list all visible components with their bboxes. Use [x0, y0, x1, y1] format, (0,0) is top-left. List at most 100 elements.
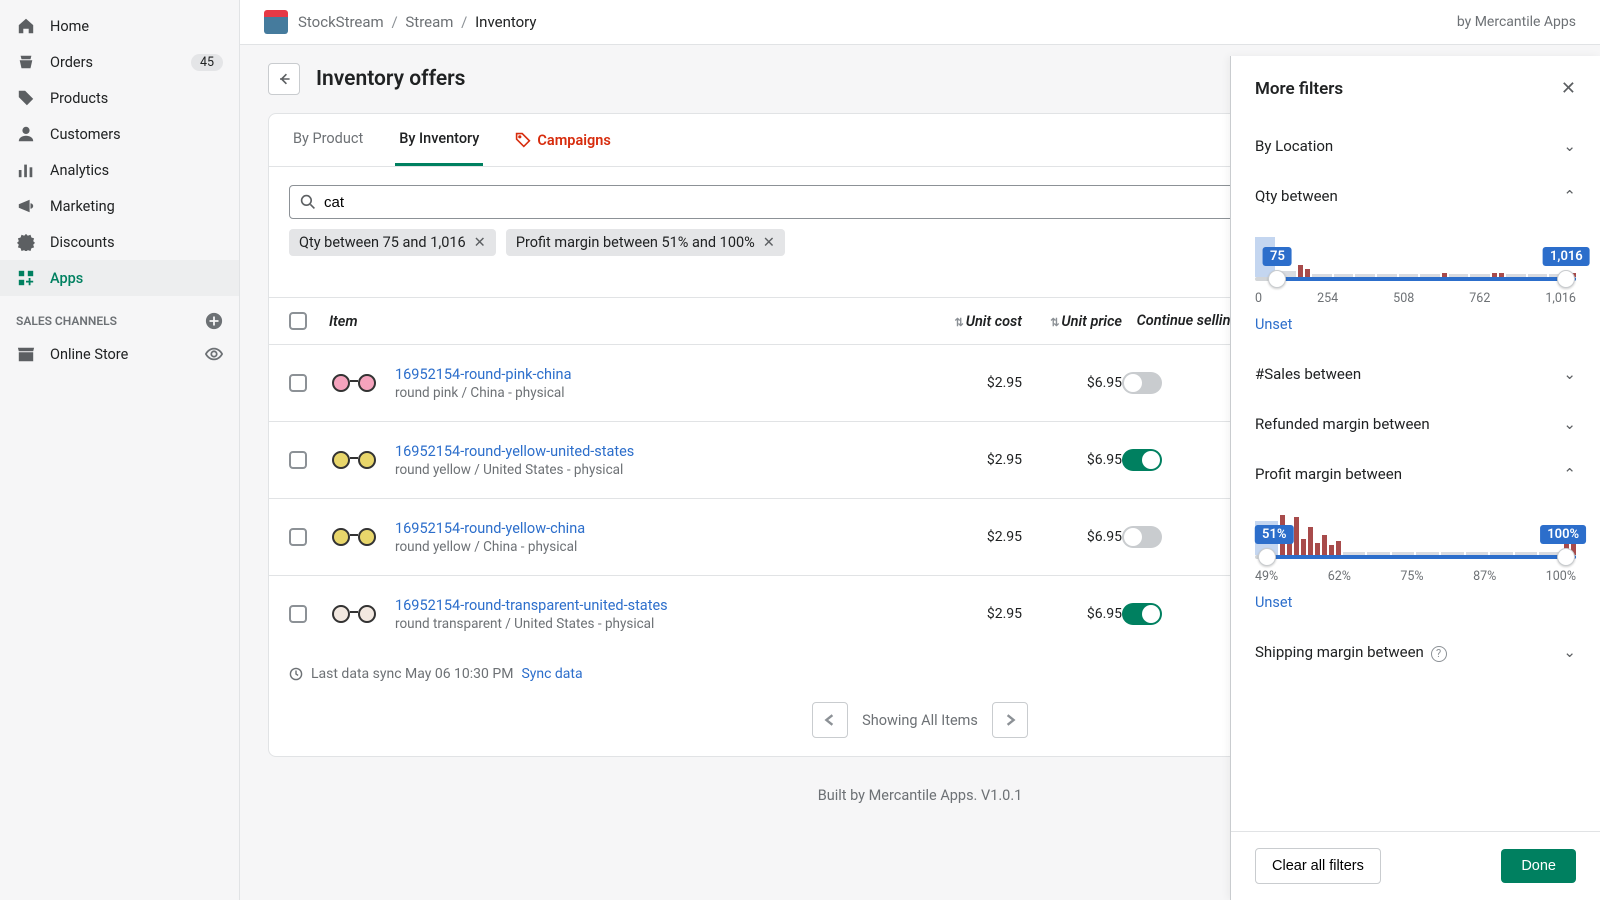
- close-panel-icon[interactable]: ✕: [1561, 78, 1576, 99]
- main-area: StockStream / Stream / Inventory by Merc…: [240, 0, 1600, 900]
- add-channel-icon[interactable]: [205, 312, 223, 330]
- sidebar-item-orders[interactable]: Orders 45: [0, 44, 239, 80]
- store-icon: [16, 344, 36, 364]
- chevron-up-icon: ⌃: [1563, 187, 1576, 205]
- cell-unit-price: $6.95: [1022, 606, 1122, 622]
- sidebar-item-home[interactable]: Home: [0, 8, 239, 44]
- item-subtitle: round yellow / United States - physical: [395, 462, 922, 478]
- app-logo: [264, 10, 288, 34]
- qty-slider[interactable]: 75 1,016 0 254 508 762 1,016 Unset: [1255, 205, 1576, 333]
- sidebar-item-label: Online Store: [50, 346, 128, 363]
- breadcrumb: StockStream / Stream / Inventory: [298, 13, 536, 31]
- continue-selling-toggle[interactable]: [1122, 372, 1162, 394]
- view-store-icon[interactable]: [205, 345, 223, 363]
- profit-min-thumb[interactable]: [1258, 548, 1276, 566]
- chevron-down-icon: ⌄: [1563, 415, 1576, 433]
- filter-sales-between[interactable]: #Sales between ⌄: [1255, 365, 1576, 383]
- discount-icon: [16, 232, 36, 252]
- sidebar-item-discounts[interactable]: Discounts: [0, 224, 239, 260]
- profit-unset-link[interactable]: Unset: [1255, 594, 1292, 611]
- item-name-link[interactable]: 16952154-round-transparent-united-states: [395, 597, 922, 614]
- sales-channels-header: SALES CHANNELS: [0, 296, 239, 336]
- col-unit-price[interactable]: ⇅Unit price: [1022, 313, 1122, 330]
- remove-chip-icon[interactable]: ✕: [474, 234, 486, 251]
- sidebar-item-products[interactable]: Products: [0, 80, 239, 116]
- qty-min-thumb[interactable]: [1268, 270, 1286, 288]
- orders-icon: [16, 52, 36, 72]
- qty-unset-link[interactable]: Unset: [1255, 316, 1292, 333]
- filter-chip-qty[interactable]: Qty between 75 and 1,016 ✕: [289, 229, 496, 256]
- cell-unit-cost: $2.95: [922, 606, 1022, 622]
- product-thumbnail: [329, 517, 379, 557]
- cell-unit-cost: $2.95: [922, 452, 1022, 468]
- filter-chip-profit[interactable]: Profit margin between 51% and 100% ✕: [506, 229, 785, 256]
- filter-shipping-margin[interactable]: Shipping margin between ? ⌄: [1255, 643, 1576, 662]
- chevron-down-icon: ⌄: [1563, 643, 1576, 661]
- continue-selling-toggle[interactable]: [1122, 449, 1162, 471]
- back-button[interactable]: [268, 63, 300, 95]
- col-item[interactable]: Item: [329, 313, 922, 330]
- more-filters-panel: More filters ✕ By Location ⌄ Qty between…: [1230, 56, 1600, 900]
- tag-icon: [16, 88, 36, 108]
- continue-selling-toggle[interactable]: [1122, 603, 1162, 625]
- apps-icon: [16, 268, 36, 288]
- sidebar-item-marketing[interactable]: Marketing: [0, 188, 239, 224]
- remove-chip-icon[interactable]: ✕: [763, 234, 775, 251]
- filter-by-location[interactable]: By Location ⌄: [1255, 137, 1576, 155]
- prev-page-button[interactable]: [812, 702, 848, 738]
- filter-qty-between[interactable]: Qty between ⌃: [1255, 187, 1576, 205]
- sidebar-item-apps[interactable]: Apps: [0, 260, 239, 296]
- breadcrumb-mid[interactable]: Stream: [405, 13, 453, 31]
- row-checkbox[interactable]: [289, 451, 307, 469]
- page-title: Inventory offers: [316, 67, 465, 91]
- product-thumbnail: [329, 363, 379, 403]
- sidebar-item-analytics[interactable]: Analytics: [0, 152, 239, 188]
- cell-unit-price: $6.95: [1022, 529, 1122, 545]
- profit-max-thumb[interactable]: [1557, 548, 1575, 566]
- chevron-down-icon: ⌄: [1563, 137, 1576, 155]
- sidebar: Home Orders 45 Products Customers Analyt…: [0, 0, 240, 900]
- continue-selling-toggle[interactable]: [1122, 526, 1162, 548]
- tab-by-inventory[interactable]: By Inventory: [395, 114, 483, 166]
- analytics-icon: [16, 160, 36, 180]
- product-thumbnail: [329, 440, 379, 480]
- breadcrumb-current: Inventory: [475, 13, 536, 31]
- item-name-link[interactable]: 16952154-round-yellow-china: [395, 520, 922, 537]
- sidebar-item-label: Customers: [50, 126, 121, 143]
- qty-max-thumb[interactable]: [1557, 270, 1575, 288]
- sync-data-link[interactable]: Sync data: [521, 666, 582, 682]
- sidebar-item-customers[interactable]: Customers: [0, 116, 239, 152]
- pager-label: Showing All Items: [862, 712, 978, 729]
- help-icon[interactable]: ?: [1431, 646, 1447, 662]
- product-thumbnail: [329, 594, 379, 634]
- megaphone-icon: [16, 196, 36, 216]
- filter-profit-margin[interactable]: Profit margin between ⌃: [1255, 465, 1576, 483]
- tab-by-product[interactable]: By Product: [289, 114, 367, 166]
- item-subtitle: round transparent / United States - phys…: [395, 616, 922, 632]
- person-icon: [16, 124, 36, 144]
- clock-icon: [289, 667, 303, 681]
- sidebar-item-label: Analytics: [50, 162, 109, 179]
- topbar: StockStream / Stream / Inventory by Merc…: [240, 0, 1600, 45]
- sidebar-item-online-store[interactable]: Online Store: [0, 336, 239, 372]
- next-page-button[interactable]: [992, 702, 1028, 738]
- row-checkbox[interactable]: [289, 605, 307, 623]
- top-right-label: by Mercantile Apps: [1457, 14, 1576, 30]
- done-button[interactable]: Done: [1501, 849, 1576, 883]
- tab-campaigns[interactable]: Campaigns: [511, 114, 614, 166]
- sidebar-item-label: Apps: [50, 270, 83, 287]
- breadcrumb-app[interactable]: StockStream: [298, 13, 384, 31]
- filter-refunded-margin[interactable]: Refunded margin between ⌄: [1255, 415, 1576, 433]
- item-name-link[interactable]: 16952154-round-yellow-united-states: [395, 443, 922, 460]
- cell-unit-price: $6.95: [1022, 375, 1122, 391]
- col-unit-cost[interactable]: ⇅Unit cost: [922, 313, 1022, 330]
- sidebar-item-label: Products: [50, 90, 108, 107]
- sidebar-item-label: Marketing: [50, 198, 115, 215]
- row-checkbox[interactable]: [289, 528, 307, 546]
- clear-filters-button[interactable]: Clear all filters: [1255, 848, 1381, 884]
- item-name-link[interactable]: 16952154-round-pink-china: [395, 366, 922, 383]
- profit-slider[interactable]: 51% 100% 49% 62% 75% 87% 100% Unset: [1255, 483, 1576, 611]
- row-checkbox[interactable]: [289, 374, 307, 392]
- select-all-checkbox[interactable]: [289, 312, 307, 330]
- sidebar-item-label: Home: [50, 18, 89, 35]
